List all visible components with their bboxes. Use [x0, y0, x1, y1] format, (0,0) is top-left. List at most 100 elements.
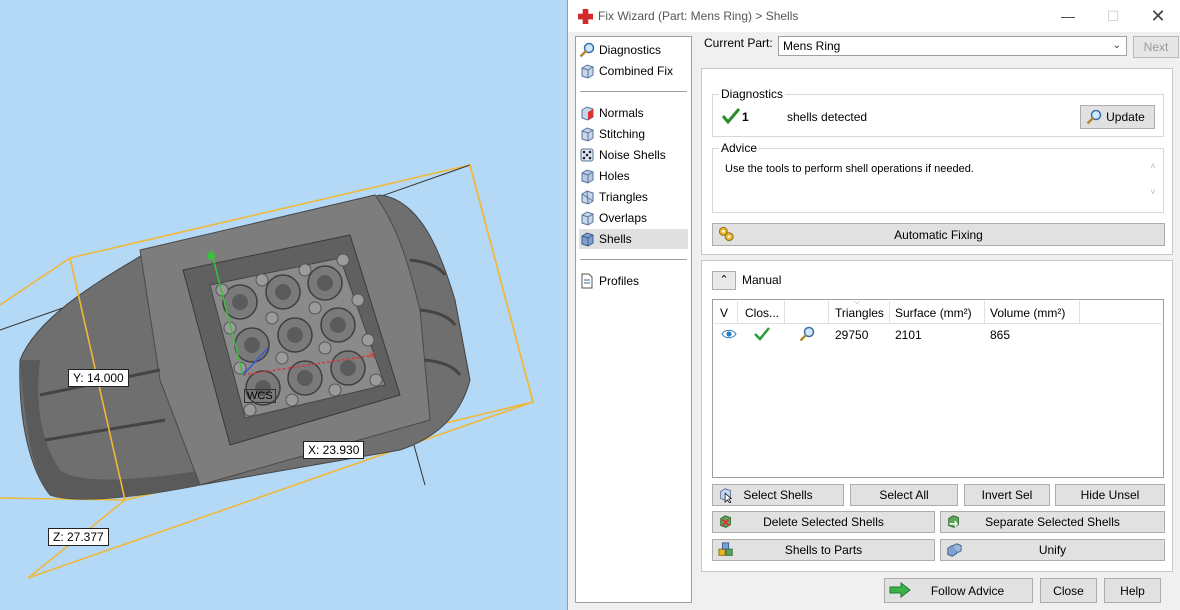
- dimension-x-label: X: 23.930: [303, 441, 365, 459]
- separate-selected-shells-button[interactable]: Separate Selected Shells: [940, 511, 1165, 533]
- nav-item-stitching[interactable]: Stitching: [579, 124, 688, 144]
- window-title: Fix Wizard (Part: Mens Ring) > Shells: [598, 9, 799, 23]
- check-icon: [754, 327, 770, 341]
- column-divider: [1079, 301, 1080, 323]
- table-row[interactable]: 29750 2101 865: [714, 324, 1162, 344]
- status-panel: Diagnostics 1 shells detected Update Adv…: [701, 68, 1173, 255]
- nav-item-normals[interactable]: Normals: [579, 103, 688, 123]
- nav-item-combined-fix[interactable]: Combined Fix: [579, 61, 688, 81]
- follow-advice-button[interactable]: Follow Advice: [884, 578, 1033, 603]
- chevron-down-icon: ⌄: [1112, 40, 1121, 51]
- nav-item-profiles[interactable]: Profiles: [579, 271, 688, 291]
- column-header-closed[interactable]: Clos...: [745, 306, 779, 320]
- nav-separator: [580, 259, 687, 260]
- cell-triangles: 29750: [835, 328, 869, 342]
- delete-selected-shells-button[interactable]: Delete Selected Shells: [712, 511, 935, 533]
- maximize-icon: ☐: [1106, 8, 1120, 24]
- arrow-right-icon: [889, 582, 911, 598]
- advice-group: Advice Use the tools to perform shell op…: [712, 141, 1164, 213]
- nav-item-diagnostics[interactable]: Diagnostics: [579, 40, 688, 60]
- cube-select-icon: [720, 488, 733, 503]
- gears-icon: [718, 226, 734, 242]
- cell-volume: 865: [990, 328, 1011, 342]
- scroll-up-icon: ˄: [1150, 161, 1156, 171]
- nav-separator: [580, 91, 687, 92]
- fix-navigation-panel: Diagnostics Combined Fix Normals Stitchi…: [575, 36, 692, 603]
- 3d-viewport[interactable]: x Y: 14.000 X: 23.930 Z: 27.377 WCS: [0, 0, 567, 610]
- eye-icon[interactable]: [721, 328, 737, 340]
- ring-model-render[interactable]: x: [0, 0, 567, 610]
- cube-icon: [581, 211, 594, 226]
- wcs-label: WCS: [244, 389, 276, 403]
- current-part-dropdown[interactable]: Mens Ring ⌄: [778, 36, 1127, 56]
- dimension-y-label: Y: 14.000: [68, 369, 129, 387]
- shell-count: 1: [742, 110, 749, 124]
- document-icon: [581, 273, 593, 289]
- cube-red-icon: [581, 106, 594, 121]
- invert-selection-button[interactable]: Invert Sel: [964, 484, 1050, 506]
- cubes-to-parts-icon: [718, 542, 733, 556]
- nav-item-shells[interactable]: Shells: [579, 229, 688, 249]
- minimize-button[interactable]: —: [1045, 0, 1091, 32]
- cell-surface: 2101: [895, 328, 922, 342]
- cube-icon: [581, 127, 594, 142]
- column-divider: [889, 301, 890, 323]
- magnifier-icon: [579, 42, 595, 58]
- title-bar[interactable]: Fix Wizard (Part: Mens Ring) > Shells — …: [568, 0, 1180, 32]
- current-part-value: Mens Ring: [783, 39, 841, 53]
- minimize-icon: —: [1061, 8, 1075, 24]
- manual-panel: ⌃ Manual V Clos... ⌵ Triangles Surface (…: [701, 260, 1173, 572]
- nav-item-triangles[interactable]: Triangles: [579, 187, 688, 207]
- diagnostics-group-title: Diagnostics: [719, 87, 786, 101]
- chevron-up-double-icon: ⌃: [719, 274, 729, 286]
- automatic-fixing-button[interactable]: Automatic Fixing: [712, 223, 1165, 246]
- column-divider: [984, 301, 985, 323]
- close-icon: ✕: [1150, 6, 1166, 26]
- column-header-volume[interactable]: Volume (mm²): [990, 306, 1065, 320]
- close-window-button[interactable]: ✕: [1135, 0, 1180, 32]
- manual-label: Manual: [742, 273, 782, 287]
- next-button[interactable]: Next: [1133, 36, 1179, 58]
- shells-table[interactable]: V Clos... ⌵ Triangles Surface (mm²) Volu…: [712, 297, 1164, 478]
- update-button[interactable]: Update: [1080, 105, 1155, 129]
- scroll-down-icon: ˅: [1150, 187, 1156, 197]
- advice-scrollbar[interactable]: ˄ ˅: [1147, 161, 1159, 209]
- unify-icon: [947, 543, 962, 557]
- column-header-surface[interactable]: Surface (mm²): [895, 306, 972, 320]
- help-button[interactable]: Help: [1104, 578, 1161, 603]
- fix-wizard-dialog: Fix Wizard (Part: Mens Ring) > Shells — …: [567, 0, 1180, 610]
- hide-unselected-button[interactable]: Hide Unsel: [1055, 484, 1165, 506]
- red-cross-icon: [578, 9, 593, 24]
- column-divider: [784, 301, 785, 323]
- cube-separate-icon: [948, 515, 959, 528]
- check-icon: [722, 108, 740, 124]
- dimension-z-label: Z: 27.377: [48, 528, 109, 546]
- nav-item-overlaps[interactable]: Overlaps: [579, 208, 688, 228]
- cube-blue-icon: [581, 232, 594, 247]
- select-shells-button[interactable]: Select Shells: [712, 484, 844, 506]
- column-header-visible[interactable]: V: [720, 306, 728, 320]
- cube-icon: [581, 64, 594, 79]
- triangle-cube-icon: [581, 190, 594, 205]
- cube-delete-icon: [720, 515, 731, 528]
- advice-text: Use the tools to perform shell operation…: [725, 163, 974, 175]
- current-part-label: Current Part:: [704, 36, 773, 50]
- close-button[interactable]: Close: [1040, 578, 1097, 603]
- magnifier-icon[interactable]: [799, 326, 815, 342]
- diagnostics-status-text: shells detected: [787, 110, 868, 124]
- shells-to-parts-button[interactable]: Shells to Parts: [712, 539, 935, 561]
- nav-item-noise-shells[interactable]: Noise Shells: [579, 145, 688, 165]
- advice-group-title: Advice: [719, 141, 760, 155]
- maximize-button[interactable]: ☐: [1090, 0, 1136, 32]
- collapse-manual-button[interactable]: ⌃: [712, 271, 736, 290]
- column-divider: [737, 301, 738, 323]
- dice-icon: [580, 148, 594, 162]
- unify-button[interactable]: Unify: [940, 539, 1165, 561]
- select-all-button[interactable]: Select All: [850, 484, 958, 506]
- axis-x-label: x: [369, 349, 375, 361]
- nav-item-holes[interactable]: Holes: [579, 166, 688, 186]
- diagnostics-group: Diagnostics 1 shells detected Update: [712, 87, 1164, 137]
- cube-icon: [581, 169, 594, 184]
- column-header-triangles[interactable]: Triangles: [835, 306, 884, 320]
- table-header: V Clos... ⌵ Triangles Surface (mm²) Volu…: [714, 297, 1162, 324]
